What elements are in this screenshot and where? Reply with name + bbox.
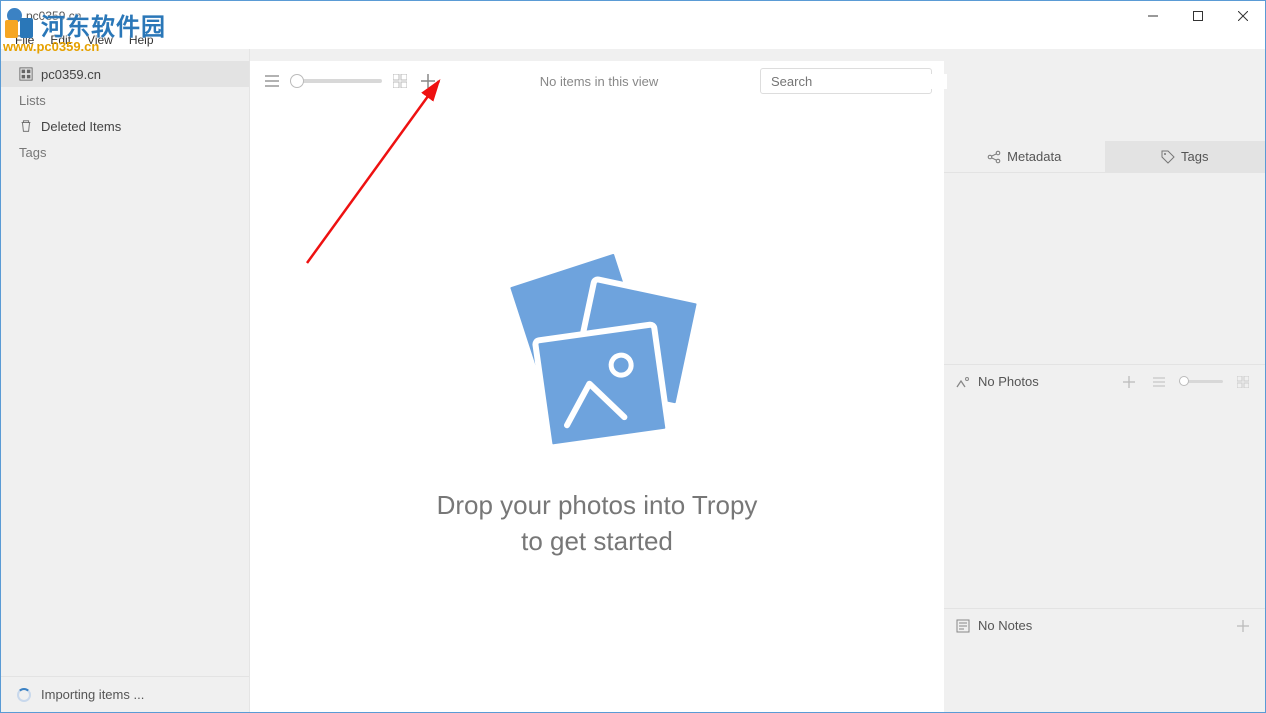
photos-label: No Photos xyxy=(978,374,1039,389)
drop-zone[interactable]: Drop your photos into Tropy to get start… xyxy=(250,101,944,712)
tab-tags-label: Tags xyxy=(1181,149,1208,164)
project-label: pc0359.cn xyxy=(41,67,101,82)
photo-list-view-button[interactable] xyxy=(1149,372,1169,392)
close-button[interactable] xyxy=(1220,1,1265,30)
tab-metadata-label: Metadata xyxy=(1007,149,1061,164)
deleted-label: Deleted Items xyxy=(41,119,121,134)
titlebar-left: pc0359.cn xyxy=(7,8,81,23)
app-icon xyxy=(7,8,22,23)
photos-panel-header: No Photos xyxy=(944,364,1265,398)
notes-label: No Notes xyxy=(978,618,1032,633)
zoom-thumb[interactable] xyxy=(290,74,304,88)
notes-body xyxy=(944,642,1265,712)
tab-tags[interactable]: Tags xyxy=(1105,141,1266,173)
menubar: File Edit View Help xyxy=(1,30,1265,49)
photo-icon xyxy=(956,375,970,389)
sidebar-item-project[interactable]: pc0359.cn xyxy=(1,61,249,87)
menu-edit[interactable]: Edit xyxy=(43,33,78,47)
photo-grid-view-button[interactable] xyxy=(1233,372,1253,392)
app-body: pc0359.cn Lists Deleted Items Tags Impor… xyxy=(1,49,1265,712)
right-column: Metadata Tags No Photos xyxy=(944,49,1265,712)
photo-zoom-slider[interactable] xyxy=(1179,380,1223,383)
add-button[interactable] xyxy=(418,71,438,91)
add-note-button[interactable] xyxy=(1233,616,1253,636)
main-column: No items in this view xyxy=(250,49,944,712)
zoom-slider[interactable] xyxy=(290,79,382,83)
notes-panel-header: No Notes xyxy=(944,608,1265,642)
status-text: Importing items ... xyxy=(41,687,144,702)
toolbar-left xyxy=(262,71,438,91)
titlebar: pc0359.cn xyxy=(1,1,1265,30)
right-spacer xyxy=(944,49,1265,141)
spinner-icon xyxy=(17,688,31,702)
toolbar: No items in this view xyxy=(250,61,944,101)
app-window: pc0359.cn File Edit View Help pc xyxy=(0,0,1266,713)
photos-body xyxy=(944,398,1265,608)
drop-line2: to get started xyxy=(437,524,758,559)
toolbar-center-text: No items in this view xyxy=(448,74,750,89)
drop-message: Drop your photos into Tropy to get start… xyxy=(437,488,758,558)
note-icon xyxy=(956,619,970,633)
search-input[interactable] xyxy=(771,74,947,89)
photo-zoom-thumb[interactable] xyxy=(1179,376,1189,386)
sidebar-item-deleted[interactable]: Deleted Items xyxy=(1,113,249,139)
main-spacer xyxy=(250,49,944,61)
share-icon xyxy=(987,150,1001,164)
meta-tabs: Metadata Tags xyxy=(944,141,1265,173)
minimize-button[interactable] xyxy=(1130,1,1175,30)
tab-metadata[interactable]: Metadata xyxy=(944,141,1105,173)
tags-label: Tags xyxy=(19,145,46,160)
project-icon xyxy=(19,67,33,81)
main-panel: No items in this view xyxy=(250,61,944,712)
lists-label: Lists xyxy=(19,93,46,108)
sidebar-status: Importing items ... xyxy=(1,676,249,712)
list-view-button[interactable] xyxy=(262,71,282,91)
sidebar-list: pc0359.cn Lists Deleted Items Tags xyxy=(1,49,249,676)
tags-body xyxy=(944,173,1265,364)
sidebar-tags-header[interactable]: Tags xyxy=(1,139,249,165)
search-box[interactable] xyxy=(760,68,932,94)
drop-line1: Drop your photos into Tropy xyxy=(437,488,758,523)
drop-illustration xyxy=(487,254,707,454)
trash-icon xyxy=(19,119,33,133)
grid-view-button[interactable] xyxy=(390,71,410,91)
tag-icon xyxy=(1161,150,1175,164)
window-title: pc0359.cn xyxy=(26,9,81,23)
menu-help[interactable]: Help xyxy=(122,33,161,47)
maximize-button[interactable] xyxy=(1175,1,1220,30)
menu-view[interactable]: View xyxy=(80,33,120,47)
menu-file[interactable]: File xyxy=(8,33,41,47)
sidebar-lists-header[interactable]: Lists xyxy=(1,87,249,113)
window-controls xyxy=(1130,1,1265,30)
sidebar: pc0359.cn Lists Deleted Items Tags Impor… xyxy=(1,49,250,712)
add-photo-button[interactable] xyxy=(1119,372,1139,392)
